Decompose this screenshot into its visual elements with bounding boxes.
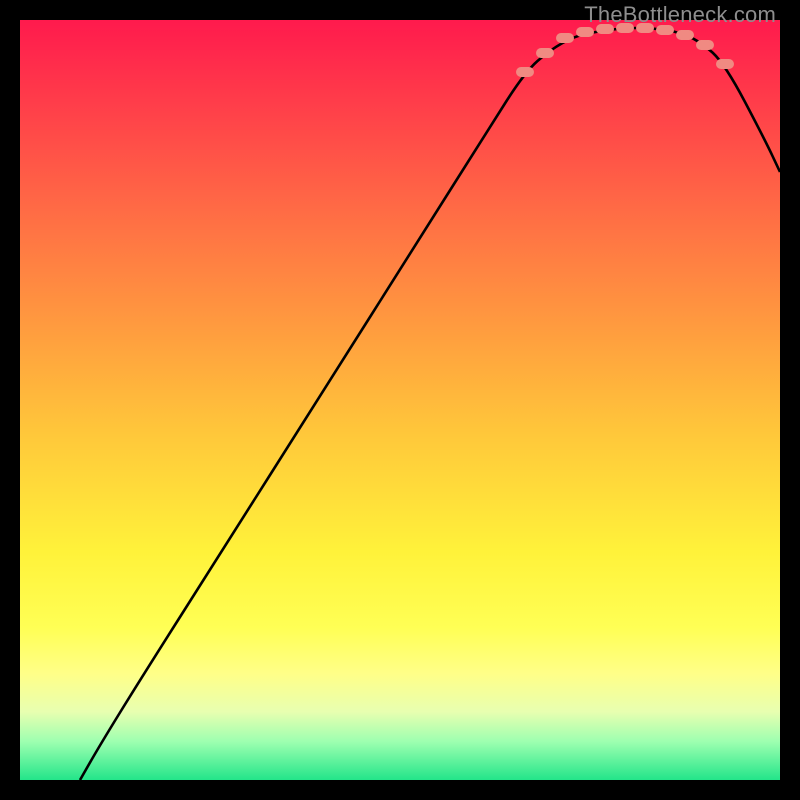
marker-dot <box>516 67 534 77</box>
marker-dot <box>536 48 554 58</box>
curve-line <box>80 28 780 780</box>
marker-dot <box>676 30 694 40</box>
marker-dot <box>576 27 594 37</box>
watermark-text: TheBottleneck.com <box>584 2 776 28</box>
marker-dot <box>696 40 714 50</box>
chart-frame <box>20 20 780 780</box>
marker-dot <box>716 59 734 69</box>
bottleneck-curve-chart <box>20 20 780 780</box>
curve-markers <box>516 23 734 77</box>
marker-dot <box>556 33 574 43</box>
